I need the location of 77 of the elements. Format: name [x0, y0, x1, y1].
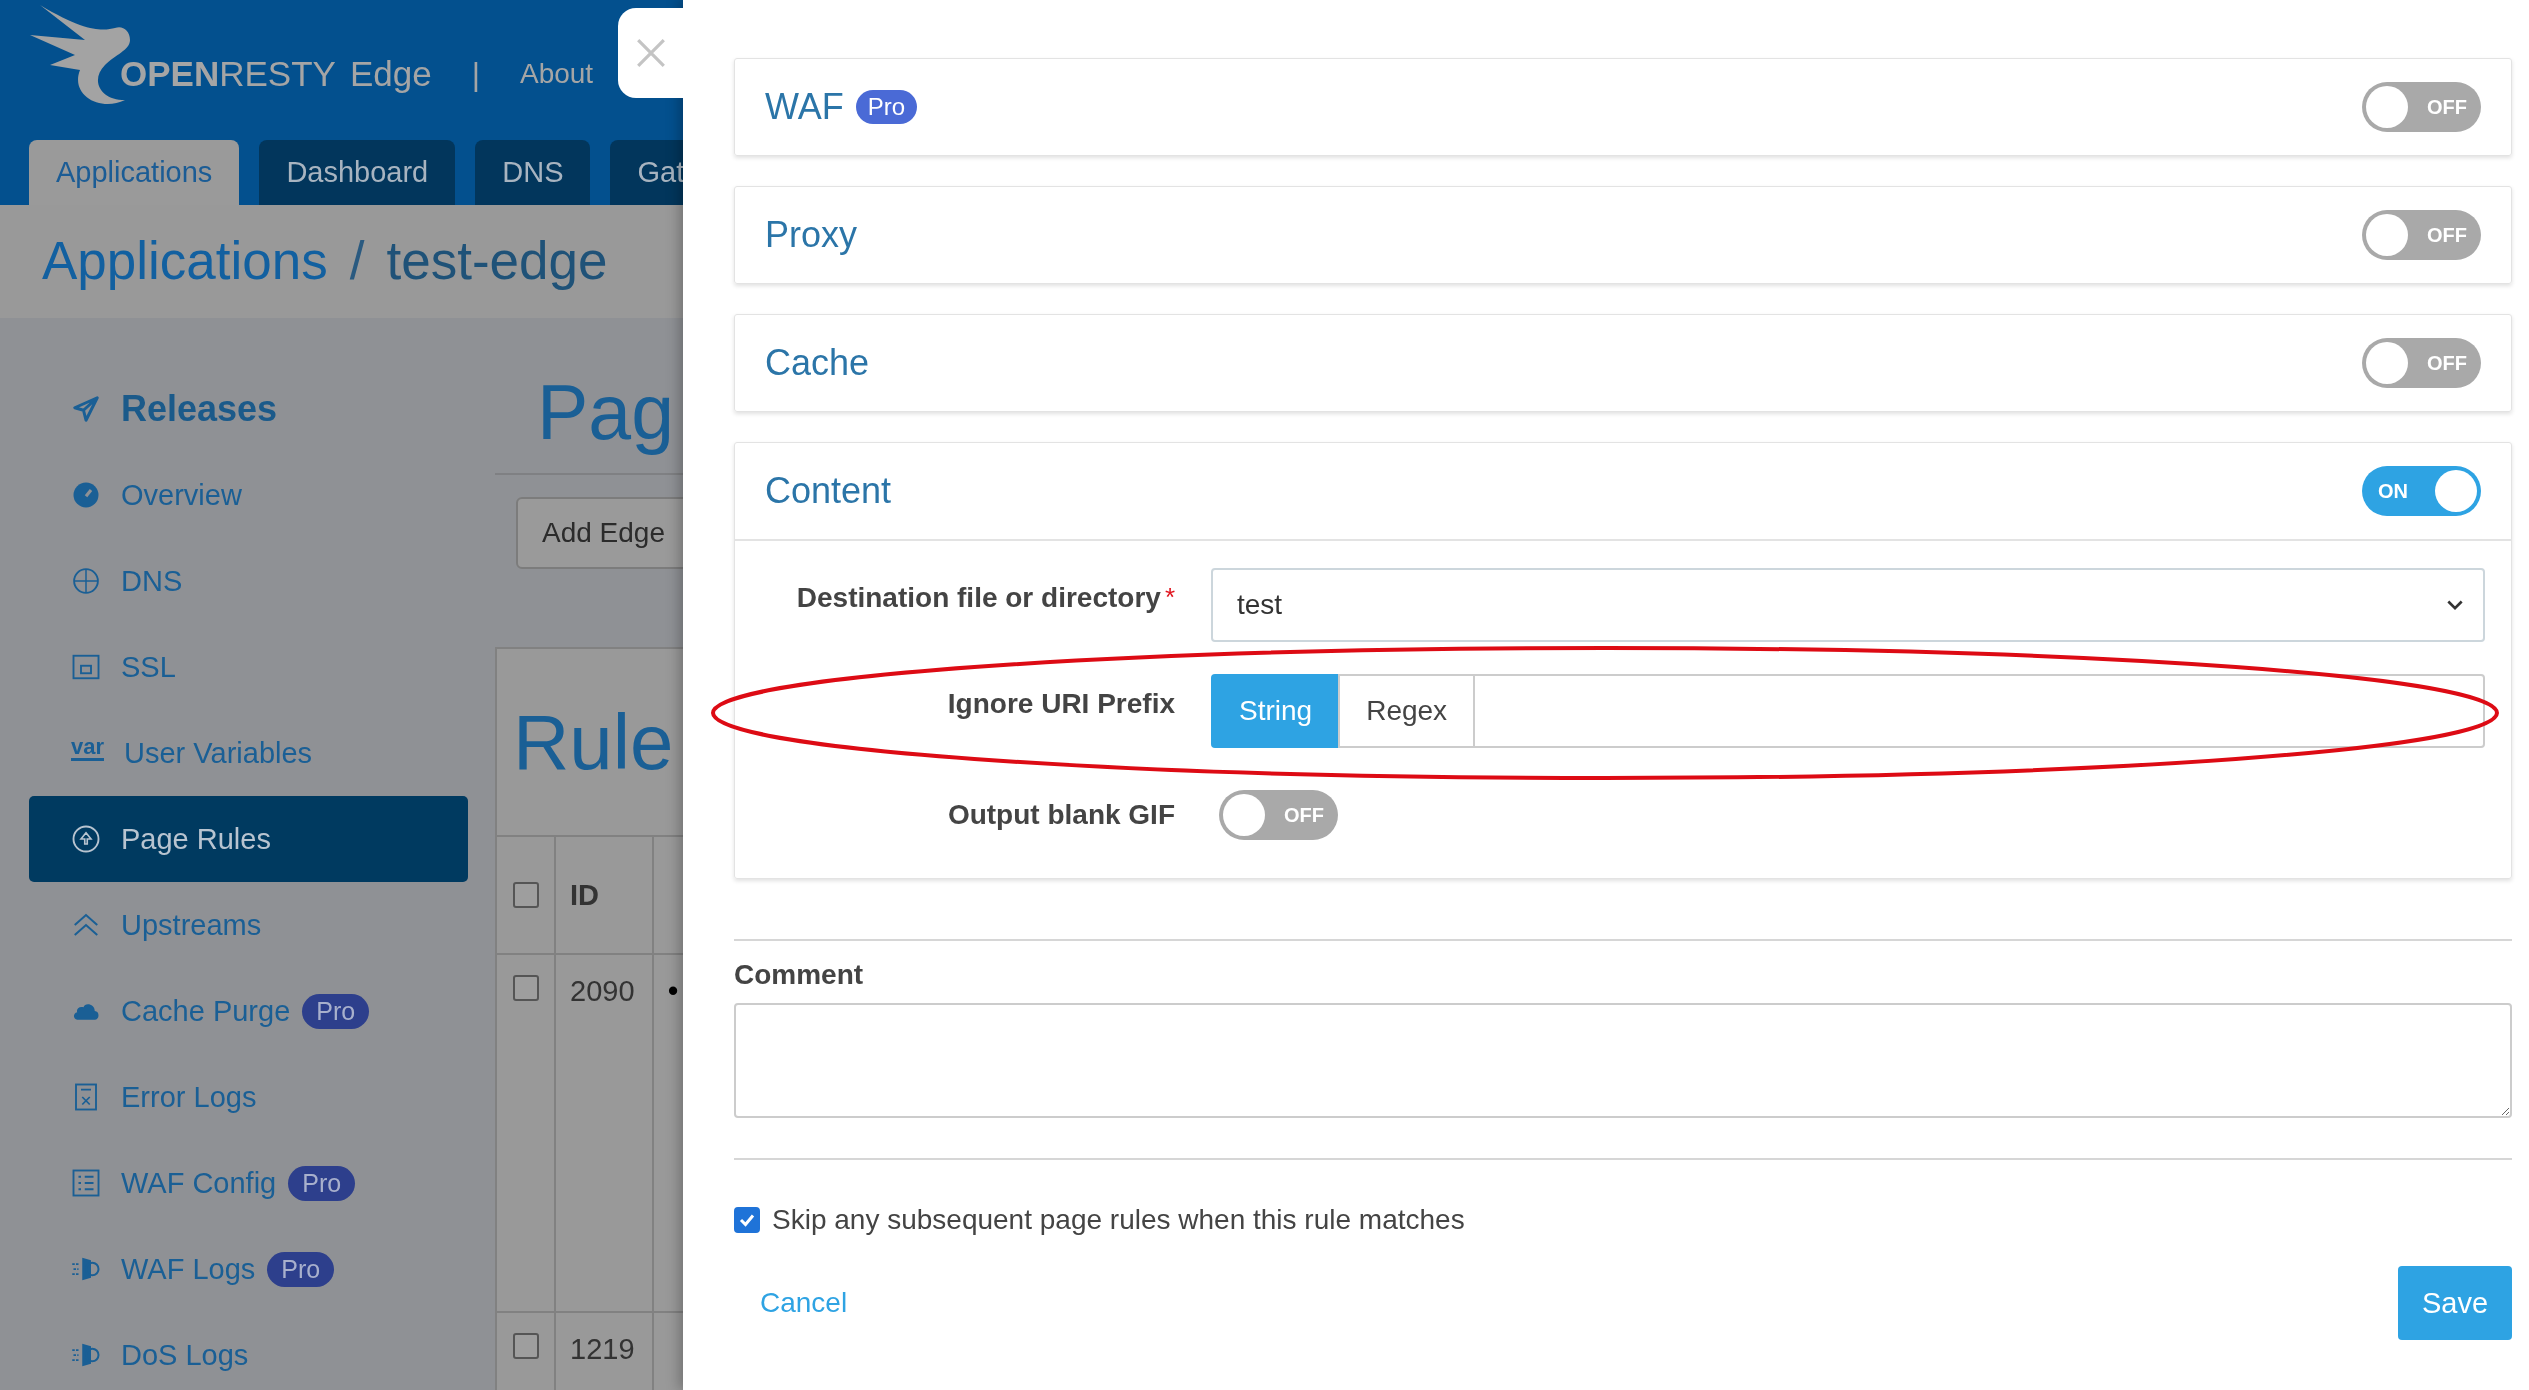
globe-icon	[71, 566, 101, 596]
nav-tab[interactable]: Dashboard	[259, 140, 456, 205]
input-field[interactable]	[1473, 674, 2485, 748]
table-cell-text: 2090	[570, 975, 636, 1008]
toggle-switch[interactable]: OFF	[1219, 790, 1338, 840]
sidebar-item[interactable]: WAF Config Pro	[29, 1140, 468, 1226]
checkbox[interactable]	[734, 1207, 760, 1233]
sidebar-item[interactable]: Releases	[29, 366, 468, 452]
sidebar-label: Error Logs	[121, 1080, 257, 1114]
field-label: Output blank GIF	[947, 799, 1175, 831]
toggle-switch[interactable]: OFF	[2362, 338, 2481, 388]
section-title: Proxy	[765, 214, 858, 256]
sidebar-item[interactable]: Upstreams	[29, 882, 468, 968]
nav-tab[interactable]: DNS	[475, 140, 591, 205]
sidebar-item[interactable]: Overview	[29, 452, 468, 538]
sidebar-label: Page Rules	[121, 822, 271, 856]
section-title: Cache	[765, 342, 870, 384]
sidebar-item[interactable]: var User Variables	[29, 710, 468, 796]
sidebar-item[interactable]: Cache Purge Pro	[29, 968, 468, 1054]
sidebar-label: SSL	[121, 650, 176, 684]
bullet: •	[668, 975, 680, 1008]
sidebar-item[interactable]: WAF Logs Pro	[29, 1226, 468, 1312]
sidebar-item[interactable]: SSL	[29, 624, 468, 710]
sidebar-label: User Variables	[124, 736, 313, 770]
sidebar-item[interactable]: DNS	[29, 538, 468, 624]
select-all-checkbox[interactable]	[512, 882, 539, 908]
page-title: Pag	[536, 368, 675, 457]
cancel-link[interactable]: Cancel	[760, 1287, 848, 1319]
sidebar-label: Upstreams	[121, 908, 262, 942]
gauge-icon	[71, 480, 101, 510]
nav-tab[interactable]: Applications	[29, 140, 240, 205]
pro-badge: Pro	[302, 993, 370, 1029]
nav-link[interactable]: About	[519, 58, 594, 90]
brand-name: OPENRESTY	[120, 54, 336, 94]
chevron-down-icon	[2447, 599, 2463, 611]
sidebar-item[interactable]: Page Rules	[29, 796, 468, 882]
close-icon	[635, 37, 667, 69]
field-label: Destination file or directory	[796, 582, 1161, 614]
row-checkbox[interactable]	[512, 1333, 539, 1359]
sidebar-item[interactable]: DoS Logs	[29, 1312, 468, 1390]
section-title: WAF	[765, 86, 844, 128]
sidebar-label: Cache Purge	[121, 994, 291, 1028]
sidebar-label: WAF Logs	[121, 1252, 256, 1286]
paper-plane-icon	[71, 394, 101, 424]
required-mark: *	[1164, 582, 1175, 614]
separator: |	[471, 55, 480, 93]
breadcrumb-item: test-edge	[385, 230, 609, 293]
sidebar-label: Releases	[121, 388, 278, 430]
toggle-switch[interactable]: OFF	[2362, 210, 2481, 260]
sidebar-label: DoS Logs	[121, 1338, 249, 1372]
section-title: Content	[765, 470, 892, 512]
field-label: Ignore URI Prefix	[947, 688, 1175, 720]
table-cell-text: 1219	[570, 1333, 636, 1366]
breadcrumb-item: /	[348, 230, 366, 293]
breadcrumb-item[interactable]: Applications	[40, 224, 330, 299]
sidebar-label: DNS	[121, 564, 183, 598]
sidebar-item[interactable]: Error Logs	[29, 1054, 468, 1140]
product-name: Edge	[349, 54, 432, 94]
toggle-switch[interactable]: ON	[2362, 466, 2481, 516]
pro-badge: Pro	[855, 90, 917, 124]
add-button[interactable]: Add Edge	[516, 497, 683, 569]
comment-label: Comment	[734, 959, 865, 991]
sidebar-label: Overview	[121, 478, 242, 512]
row-checkbox[interactable]	[512, 975, 539, 1001]
segment-button[interactable]: String	[1211, 674, 1339, 748]
checkbox-label: Skip any subsequent page rules when this rule matches	[772, 1204, 1465, 1236]
toggle-switch[interactable]: OFF	[2362, 82, 2481, 132]
segment-button[interactable]: Regex	[1338, 674, 1474, 748]
save-button[interactable]: Save	[2398, 1266, 2512, 1340]
pro-badge: Pro	[288, 1165, 356, 1201]
column-header: ID	[570, 878, 600, 912]
comment-field[interactable]	[734, 1003, 2512, 1118]
sidebar-label: WAF Config	[121, 1166, 277, 1200]
select-field[interactable]: test	[1211, 568, 2485, 642]
list-icon	[71, 1168, 101, 1198]
lock-icon	[71, 652, 101, 682]
pro-badge: Pro	[267, 1251, 335, 1287]
